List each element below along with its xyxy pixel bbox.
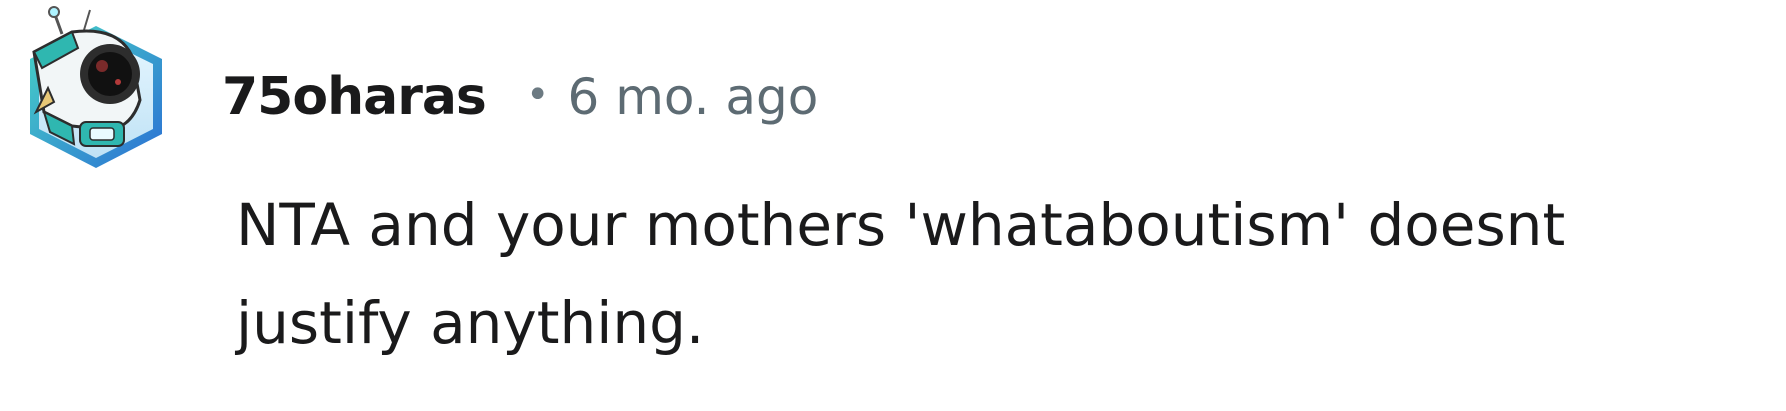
meta-separator: • bbox=[525, 72, 550, 118]
comment: 75oharas • 6 mo. ago NTA and your mother… bbox=[0, 0, 1786, 411]
comment-timestamp[interactable]: 6 mo. ago bbox=[567, 68, 818, 126]
robot-snoo-avatar-icon bbox=[30, 6, 162, 168]
comment-meta: 75oharas • 6 mo. ago bbox=[222, 62, 818, 132]
comment-body: NTA and your mothers 'whataboutism' does… bbox=[236, 191, 1566, 357]
user-avatar[interactable] bbox=[14, 4, 174, 174]
username-link[interactable]: 75oharas bbox=[222, 67, 487, 127]
